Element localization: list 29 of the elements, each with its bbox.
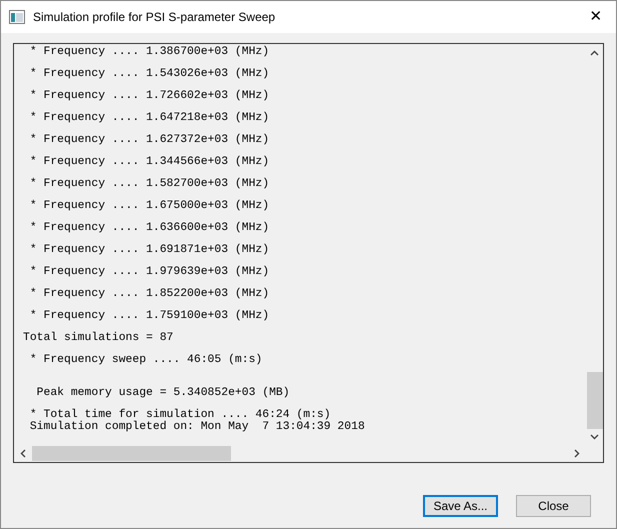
dialog-button[interactable]: Close [516, 495, 591, 517]
log-line: * Frequency .... 1.852200e+03 (MHz) [28, 286, 270, 302]
app-icon [9, 10, 25, 24]
scroll-right-icon [574, 449, 580, 458]
scrollbar-thumb[interactable] [586, 372, 602, 429]
log-line: * Total time for simulation .... 46:24 (m:s) [28, 409, 332, 421]
log-line: * Frequency .... 1.759100e+03 (MHz) [28, 308, 270, 324]
close-button[interactable]: ✕ [576, 1, 616, 33]
log-line: * Frequency .... 1.726602e+03 (MHz) [28, 88, 270, 104]
scroll-left-icon [20, 449, 26, 458]
scrollbar-thumb[interactable] [32, 446, 231, 461]
log-line: Total simulations = 87 [23, 330, 174, 346]
log-line: * Frequency .... 1.647218e+03 (MHz) [28, 110, 270, 126]
log-line: Peak memory usage = 5.340852e+03 (MB) [36, 386, 291, 401]
log-line: * Frequency .... 1.636600e+03 (MHz) [28, 220, 270, 236]
log-line: * Frequency .... 1.675000e+03 (MHz) [28, 198, 270, 214]
scroll-up-icon [590, 50, 599, 56]
log-line: * Frequency .... 1.691871e+03 (MHz) [28, 242, 270, 258]
window-title: Simulation profile for PSI S-parameter Sweep [33, 9, 276, 26]
log-line: Simulation completed on: Mon May 7 13:04:39 2018 [28, 421, 366, 433]
dialog-button[interactable]: Save As... [423, 495, 498, 517]
log-line: * Frequency .... 1.543026e+03 (MHz) [28, 66, 270, 82]
log-line: * Frequency .... 1.582700e+03 (MHz) [28, 176, 270, 192]
log-line: * Frequency .... 1.344566e+03 (MHz) [28, 154, 270, 170]
scroll-down-icon [590, 434, 599, 440]
log-line: * Frequency .... 1.627372e+03 (MHz) [28, 132, 270, 148]
log-line: * Frequency .... 1.979639e+03 (MHz) [28, 264, 270, 280]
log-line: * Frequency sweep .... 46:05 (m:s) [28, 352, 264, 368]
log-line: * Frequency .... 1.386700e+03 (MHz) [28, 44, 270, 60]
